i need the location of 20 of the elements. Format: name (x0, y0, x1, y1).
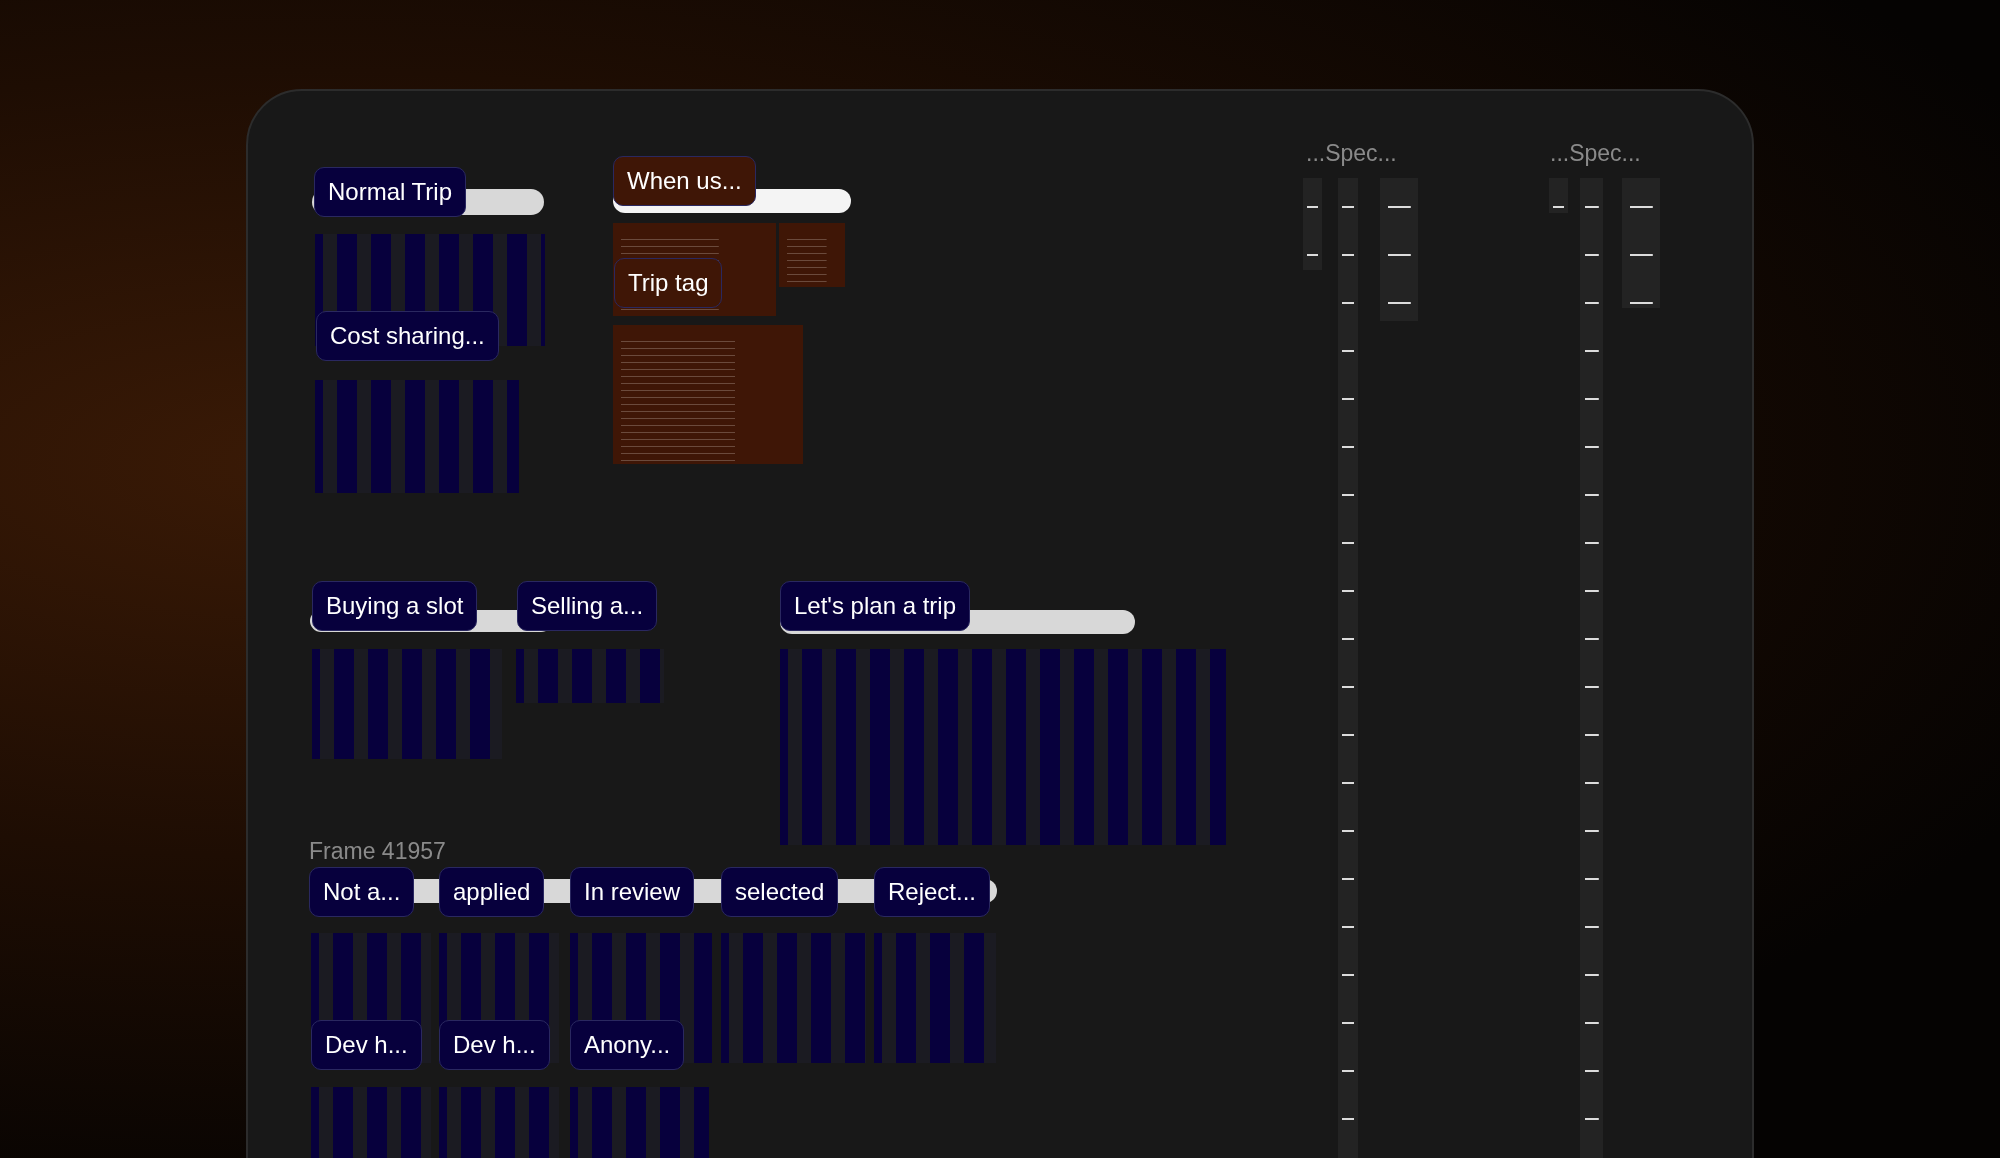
section-label: selected (721, 867, 839, 917)
spec-column (1549, 178, 1568, 213)
section-label: Buying a slot (312, 581, 478, 631)
section-label: In review (570, 867, 695, 917)
frame-title: Frame 41957 (309, 838, 446, 865)
frame-title: ...Spec... (1550, 140, 1641, 167)
section-label: Normal Trip (314, 167, 467, 217)
section-label: applied (439, 867, 545, 917)
section-label: Trip tag (614, 258, 723, 308)
section-label: Cost sharing... (316, 311, 499, 361)
section-label: When us... (613, 156, 756, 206)
section-label: Dev h... (439, 1020, 550, 1070)
section-label: Anony... (570, 1020, 685, 1070)
section-label: Let's plan a trip (780, 581, 970, 631)
frame-thumbnail (779, 223, 845, 287)
section-label: Not a... (309, 867, 415, 917)
section-label: Dev h... (311, 1020, 422, 1070)
section-label: Reject... (874, 867, 991, 917)
section-label: Selling a... (517, 581, 658, 631)
frame-title: ...Spec... (1306, 140, 1397, 167)
